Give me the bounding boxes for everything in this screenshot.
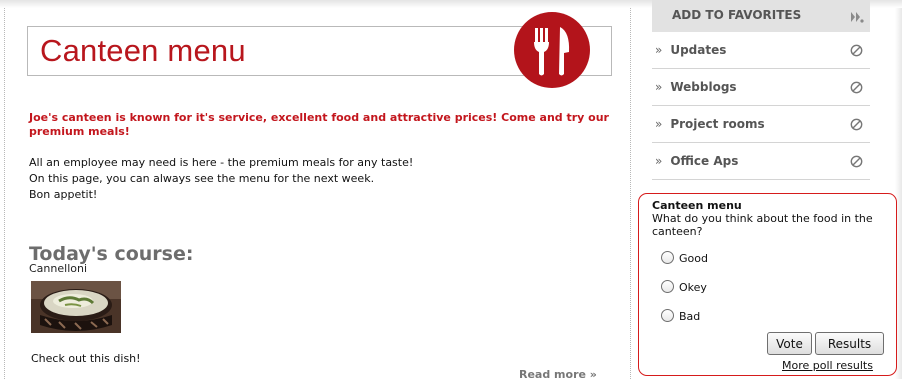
poll-question: What do you think about the food in the …: [652, 212, 873, 238]
raquo-icon: »: [655, 154, 663, 168]
column-divider: [630, 8, 631, 379]
favorites-label: ADD TO FAVORITES: [672, 8, 802, 22]
page-title: Canteen menu: [40, 33, 246, 68]
radio-button[interactable]: [661, 251, 674, 264]
sidebar-item-label: Webblogs: [670, 80, 737, 94]
raquo-icon: »: [655, 117, 663, 131]
vote-button[interactable]: Vote: [767, 332, 812, 355]
add-to-favorites-button[interactable]: ADD TO FAVORITES: [652, 0, 870, 32]
sidebar-item-label: Project rooms: [670, 117, 765, 131]
no-access-icon: [850, 116, 863, 135]
raquo-icon: »: [655, 43, 663, 57]
canteen-logo-icon: [514, 12, 590, 88]
left-border: [4, 8, 5, 379]
more-poll-results-link[interactable]: More poll results: [782, 359, 873, 372]
dish-note: Check out this dish!: [31, 352, 141, 365]
poll-title: Canteen menu: [652, 199, 742, 212]
poll-option-label: Good: [679, 252, 708, 265]
sidebar-item-project-rooms[interactable]: » Project rooms: [652, 106, 870, 143]
read-more-link[interactable]: Read more »: [519, 368, 597, 381]
intro-text: Joe's canteen is known for it's service,…: [29, 111, 609, 138]
poll-option-label: Okey: [679, 281, 707, 294]
description-line: On this page, you can always see the men…: [29, 172, 375, 185]
sidebar-item-webblogs[interactable]: » Webblogs: [652, 69, 870, 106]
sidebar-item-label: Updates: [670, 43, 727, 57]
description-line: Bon appetit!: [29, 188, 98, 201]
no-access-icon: [850, 79, 863, 98]
sidebar-item-label: Office Aps: [670, 154, 739, 168]
description-text: All an employee may need is here - the p…: [29, 155, 413, 203]
canteen-poll: Canteen menu What do you think about the…: [638, 193, 897, 376]
results-button[interactable]: Results: [815, 332, 884, 355]
course-name: Cannelloni: [29, 262, 88, 275]
dish-photo[interactable]: [31, 281, 121, 333]
radio-button[interactable]: [661, 309, 674, 322]
no-access-icon: [850, 42, 863, 61]
raquo-icon: »: [655, 80, 663, 94]
poll-option-label: Bad: [679, 310, 701, 323]
description-line: All an employee may need is here - the p…: [29, 156, 414, 169]
sidebar-item-updates[interactable]: » Updates: [652, 32, 870, 69]
no-access-icon: [850, 153, 863, 172]
sidebar-item-office-aps[interactable]: » Office Aps: [652, 143, 870, 180]
radio-button[interactable]: [661, 280, 674, 293]
rss-feed-icon: [850, 9, 864, 28]
